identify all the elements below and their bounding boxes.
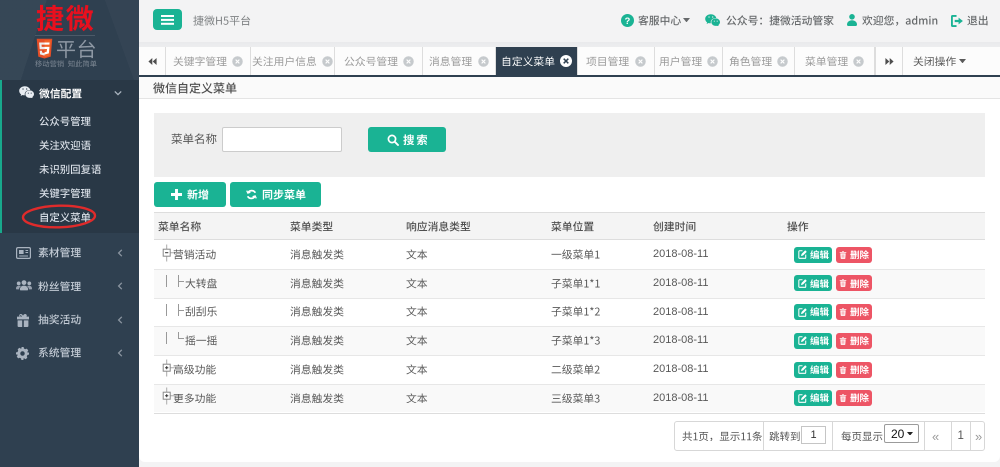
svg-text:?: ? [625,16,631,26]
